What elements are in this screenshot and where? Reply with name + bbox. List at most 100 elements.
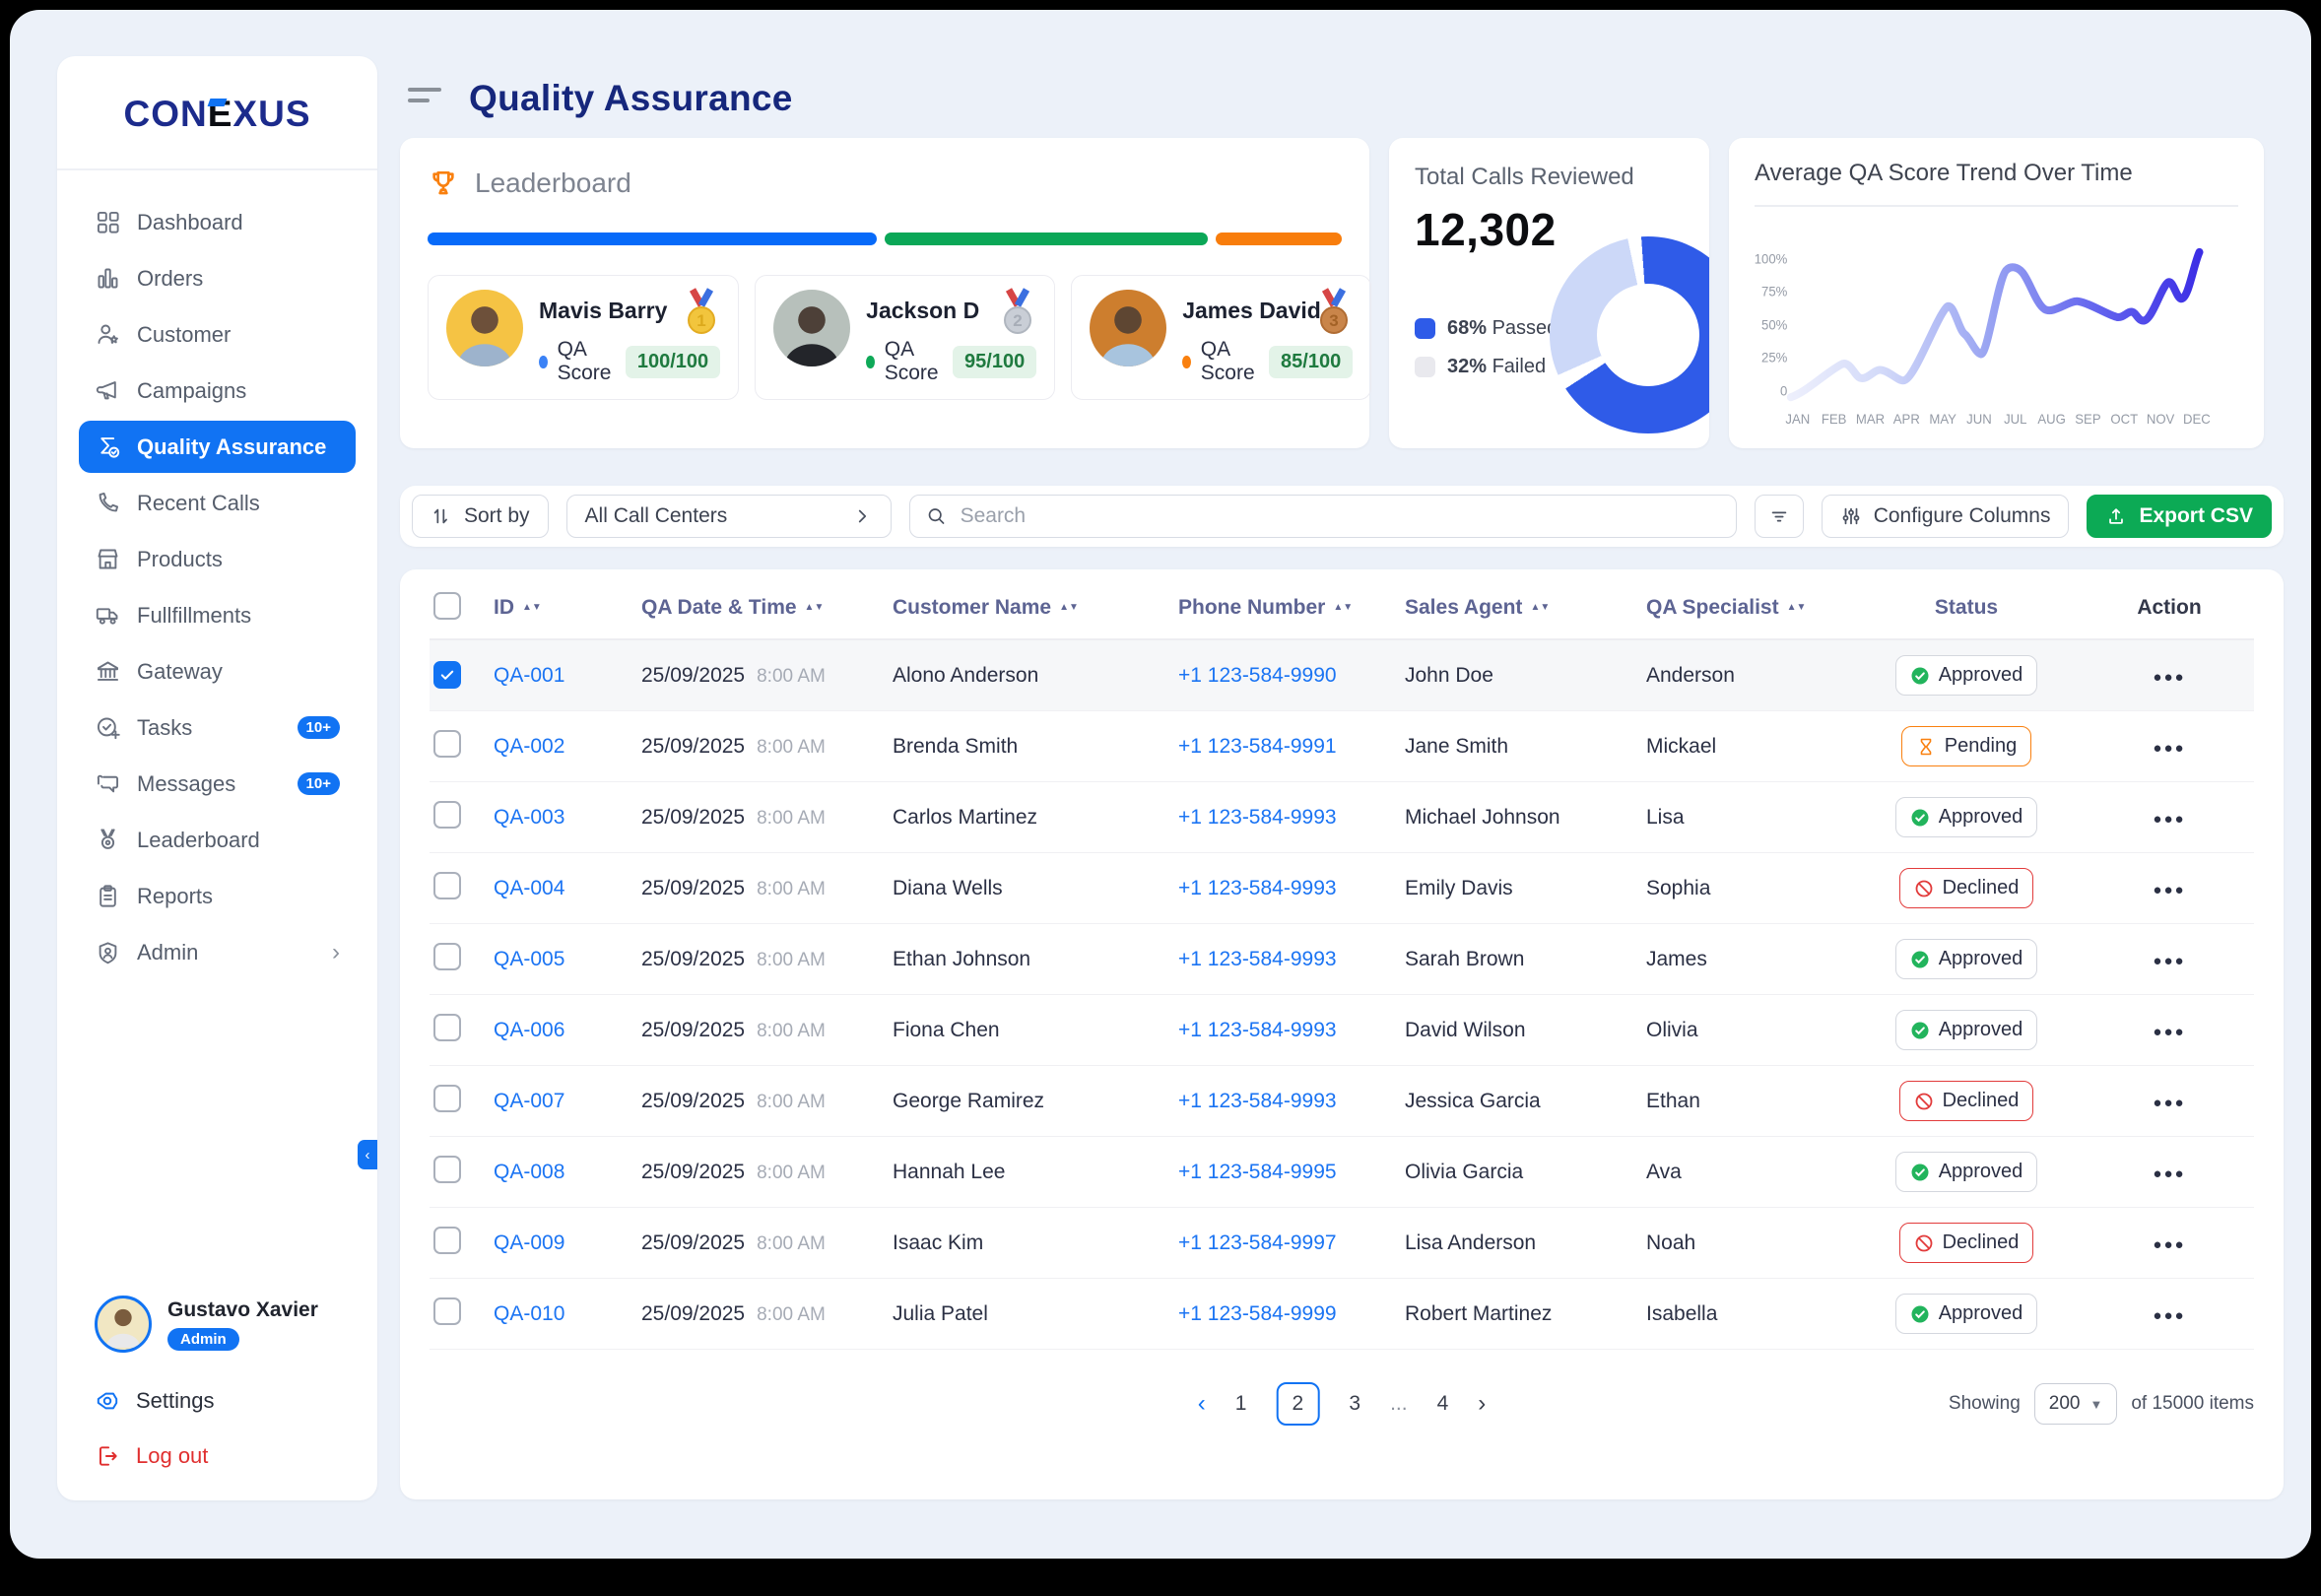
table-row[interactable]: QA-005 25/09/20258:00 AM Ethan Johnson +… [430,924,2254,995]
row-actions-button[interactable]: ●●● [2153,953,2185,969]
table-row[interactable]: QA-007 25/09/20258:00 AM George Ramirez … [430,1066,2254,1137]
call-center-filter-dropdown[interactable]: All Call Centers [566,495,892,538]
silver-medal-icon: 2 [997,288,1038,339]
qa-id-link[interactable]: QA-005 [494,948,564,970]
table-row[interactable]: QA-008 25/09/20258:00 AM Hannah Lee +1 1… [430,1137,2254,1208]
svg-text:AUG: AUG [2037,412,2065,427]
row-checkbox[interactable] [433,1297,461,1325]
qa-id-link[interactable]: QA-001 [494,664,564,687]
table-row[interactable]: QA-004 25/09/20258:00 AM Diana Wells +1 … [430,853,2254,924]
gear-icon [95,1388,120,1414]
phone-link[interactable]: +1 123-584-9993 [1178,877,1337,899]
column-header-agent[interactable]: Sales Agent▲▼ [1405,596,1646,620]
row-actions-button[interactable]: ●●● [2153,1236,2185,1253]
row-actions-button[interactable]: ●●● [2153,882,2185,898]
row-checkbox[interactable] [433,1014,461,1041]
select-all-checkbox[interactable] [433,592,461,620]
phone-link[interactable]: +1 123-584-9990 [1178,664,1337,687]
page-1-button[interactable]: 1 [1235,1392,1247,1416]
qa-id-link[interactable]: QA-007 [494,1090,564,1112]
sidebar-item-products[interactable]: Products [79,533,356,585]
sidebar-item-leaderboard[interactable]: Leaderboard [79,814,356,866]
sidebar-item-dashboard[interactable]: Dashboard [79,196,356,248]
sidebar-item-tasks[interactable]: Tasks 10+ [79,701,356,754]
sidebar-item-orders[interactable]: Orders [79,252,356,304]
sidebar-item-gateway[interactable]: Gateway [79,645,356,698]
row-checkbox[interactable] [433,1085,461,1112]
qa-id-link[interactable]: QA-002 [494,735,564,758]
phone-link[interactable]: +1 123-584-9993 [1178,948,1337,970]
per-page-select[interactable]: 200▼ [2034,1383,2118,1425]
table-row[interactable]: QA-010 25/09/20258:00 AM Julia Patel +1 … [430,1279,2254,1350]
page-4-button[interactable]: 4 [1437,1392,1449,1416]
row-checkbox[interactable] [433,730,461,758]
sidebar-item-admin[interactable]: Admin › [79,926,356,979]
row-actions-button[interactable]: ●●● [2153,669,2185,686]
collapse-sidebar-button[interactable]: ‹ [358,1140,377,1169]
row-actions-button[interactable]: ●●● [2153,811,2185,828]
sidebar-item-quality-assurance[interactable]: Quality Assurance [79,421,356,473]
qa-id-link[interactable]: QA-009 [494,1231,564,1254]
menu-toggle-button[interactable] [408,88,441,109]
row-actions-button[interactable]: ●●● [2153,1307,2185,1324]
filter-button[interactable] [1755,495,1804,538]
phone-link[interactable]: +1 123-584-9991 [1178,735,1337,758]
phone-link[interactable]: +1 123-584-9999 [1178,1302,1337,1325]
qa-specialist: Anderson [1646,664,1848,688]
row-checkbox[interactable] [433,1156,461,1183]
sidebar-item-messages[interactable]: Messages 10+ [79,758,356,810]
table-row[interactable]: QA-001 25/09/20258:00 AM Alono Anderson … [430,640,2254,711]
row-actions-button[interactable]: ●●● [2153,1165,2185,1182]
page-3-button[interactable]: 3 [1349,1392,1360,1416]
sort-by-button[interactable]: Sort by [412,495,549,538]
column-header-customer[interactable]: Customer Name▲▼ [893,596,1178,620]
user-profile[interactable]: Gustavo Xavier Admin [95,1296,348,1353]
sidebar-item-recent-calls[interactable]: Recent Calls [79,477,356,529]
next-page-button[interactable]: › [1478,1390,1486,1418]
column-header-id[interactable]: ID▲▼ [494,596,641,620]
table-row[interactable]: QA-006 25/09/20258:00 AM Fiona Chen +1 1… [430,995,2254,1066]
row-actions-button[interactable]: ●●● [2153,1024,2185,1040]
qa-id-link[interactable]: QA-008 [494,1161,564,1183]
column-header-date[interactable]: QA Date & Time▲▼ [641,596,893,620]
row-actions-button[interactable]: ●●● [2153,740,2185,757]
leaderboard-person-card[interactable]: Jackson D QA Score 95/100 2 [755,275,1055,400]
logout-button[interactable]: Log out [95,1443,208,1469]
table-row[interactable]: QA-003 25/09/20258:00 AM Carlos Martinez… [430,782,2254,853]
chevron-down-icon: ▼ [2089,1397,2102,1412]
qa-id-link[interactable]: QA-004 [494,877,564,899]
row-checkbox[interactable] [433,801,461,829]
qa-id-link[interactable]: QA-003 [494,806,564,829]
table-row[interactable]: QA-009 25/09/20258:00 AM Isaac Kim +1 12… [430,1208,2254,1279]
user-name: Gustavo Xavier [167,1298,318,1322]
qa-id-link[interactable]: QA-010 [494,1302,564,1325]
leaderboard-person-card[interactable]: James David QA Score 85/100 3 [1071,275,1371,400]
sidebar-item-reports[interactable]: Reports [79,870,356,922]
phone-link[interactable]: +1 123-584-9993 [1178,806,1337,829]
column-header-specialist[interactable]: QA Specialist▲▼ [1646,596,1848,620]
settings-button[interactable]: Settings [95,1388,215,1414]
phone-link[interactable]: +1 123-584-9993 [1178,1019,1337,1041]
previous-page-button[interactable]: ‹ [1198,1390,1206,1418]
phone-link[interactable]: +1 123-584-9997 [1178,1231,1337,1254]
qa-id-link[interactable]: QA-006 [494,1019,564,1041]
search-input[interactable] [961,504,1720,528]
pagination-ellipsis: ... [1390,1392,1408,1416]
row-checkbox[interactable] [433,1227,461,1254]
table-row[interactable]: QA-002 25/09/20258:00 AM Brenda Smith +1… [430,711,2254,782]
column-header-phone[interactable]: Phone Number▲▼ [1178,596,1405,620]
row-actions-button[interactable]: ●●● [2153,1095,2185,1111]
row-checkbox[interactable] [433,943,461,970]
page-2-button-active[interactable]: 2 [1276,1382,1319,1426]
sidebar-item-fullfillments[interactable]: Fullfillments [79,589,356,641]
leaderboard-person-card[interactable]: Mavis Barry QA Score 100/100 1 [428,275,739,400]
sidebar-item-campaigns[interactable]: Campaigns [79,365,356,417]
phone-link[interactable]: +1 123-584-9993 [1178,1090,1337,1112]
row-checkbox[interactable] [433,872,461,899]
search-box[interactable] [909,495,1737,538]
sidebar-item-customer[interactable]: Customer [79,308,356,361]
export-csv-button[interactable]: Export CSV [2087,495,2272,538]
configure-columns-button[interactable]: Configure Columns [1822,495,2070,538]
row-checkbox[interactable] [433,661,461,689]
phone-link[interactable]: +1 123-584-9995 [1178,1161,1337,1183]
